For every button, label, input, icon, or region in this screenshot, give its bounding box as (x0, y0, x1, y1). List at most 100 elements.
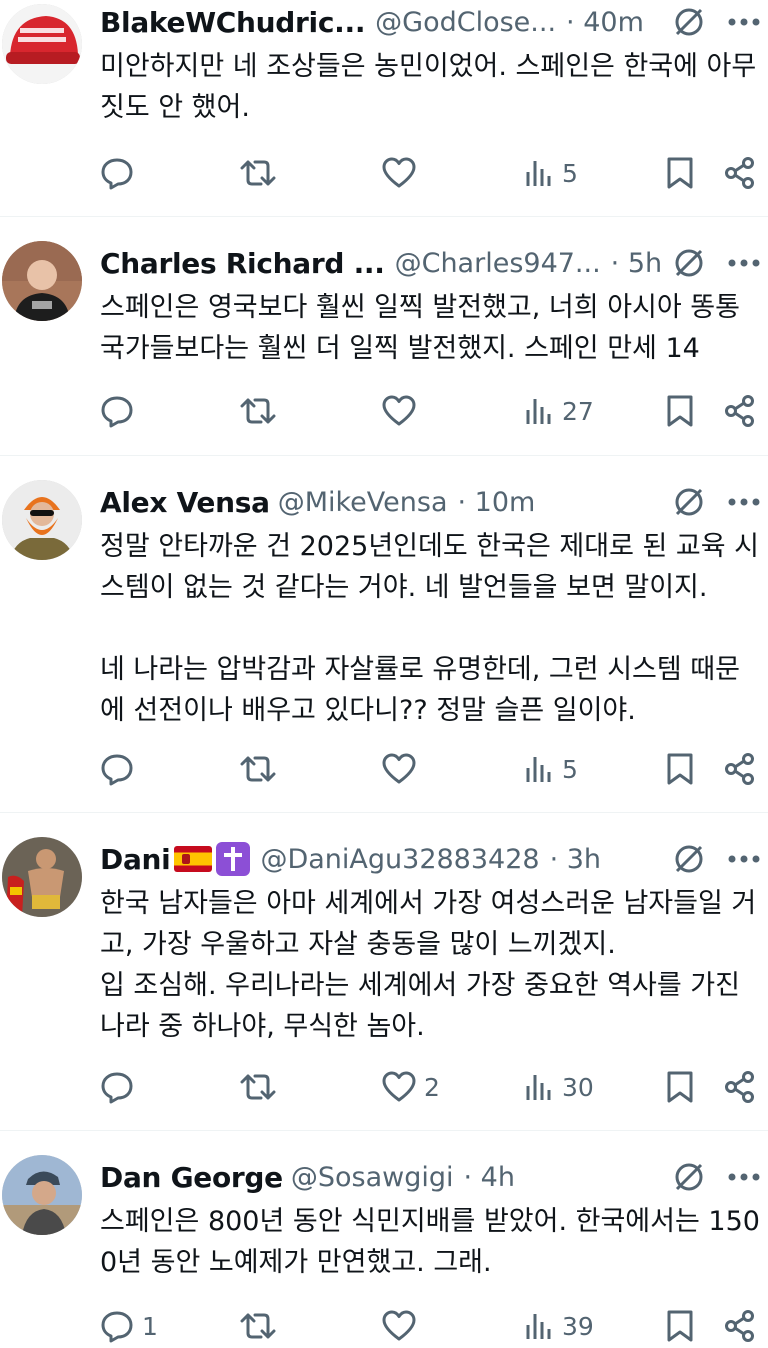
display-name[interactable]: Charles Richard ... (100, 247, 385, 280)
more-icon[interactable] (728, 1172, 760, 1182)
views-count: 5 (562, 754, 578, 784)
reply-button[interactable]: 1 (100, 1309, 158, 1343)
tweet[interactable]: Dani @DaniAgu32883428 · 3h 한국 남자들은 아마 세계… (0, 813, 768, 1131)
user-handle[interactable]: @Sosawgigi (291, 1162, 454, 1193)
like-button[interactable] (382, 157, 424, 189)
views-button[interactable]: 5 (524, 754, 578, 784)
tweet-text: 정말 안타까운 건 2025년인데도 한국은 제대로 된 교육 시스템이 없는 … (100, 531, 760, 726)
share-button[interactable] (724, 395, 756, 427)
views-icon (524, 396, 554, 426)
bookmark-button[interactable] (666, 394, 694, 428)
grok-icon[interactable] (672, 842, 706, 876)
tweet-header: Dan George @Sosawgigi · 4h (100, 1155, 760, 1199)
reply-icon (100, 156, 134, 190)
share-button[interactable] (724, 753, 756, 785)
retweet-button[interactable] (240, 752, 284, 786)
bookmark-icon (666, 1309, 694, 1343)
display-name[interactable]: Dan George (100, 1161, 283, 1194)
display-name[interactable]: BlakeWChudric... (100, 6, 365, 39)
avatar[interactable] (2, 837, 82, 917)
grok-icon[interactable] (672, 1160, 706, 1194)
reply-icon (100, 1070, 134, 1104)
tweet-text: 한국 남자들은 아마 세계에서 가장 여성스러운 남자들일 거고, 가장 우울하… (100, 888, 757, 1042)
retweet-icon (240, 156, 276, 190)
retweet-button[interactable] (240, 394, 284, 428)
more-icon[interactable] (728, 854, 760, 864)
action-bar: 2 30 (100, 1065, 760, 1109)
action-bar: 5 (100, 747, 760, 791)
more-icon[interactable] (728, 258, 760, 268)
reply-button[interactable] (100, 394, 142, 428)
bookmark-icon (666, 156, 694, 190)
user-handle[interactable]: @DaniAgu32883428 (260, 844, 539, 875)
bookmark-button[interactable] (666, 156, 694, 190)
tweet-header: Charles Richard ... @Charles947... · 5h (100, 241, 760, 285)
like-icon (382, 1310, 416, 1342)
timestamp[interactable]: · 3h (550, 844, 601, 875)
like-icon (382, 157, 416, 189)
views-icon (524, 158, 554, 188)
tweet-header: Dani @DaniAgu32883428 · 3h (100, 837, 760, 881)
tweet-header: BlakeWChudric... @GodClose... · 40m (100, 0, 760, 44)
bookmark-button[interactable] (666, 752, 694, 786)
tweet[interactable]: BlakeWChudric... @GodClose... · 40m 미안하지… (0, 0, 768, 217)
user-handle[interactable]: @MikeVensa (278, 487, 448, 518)
views-button[interactable]: 27 (524, 396, 594, 426)
bookmark-icon (666, 752, 694, 786)
avatar[interactable] (2, 4, 82, 84)
share-icon (724, 1310, 756, 1342)
grok-icon[interactable] (672, 485, 706, 519)
grok-icon[interactable] (672, 5, 706, 39)
avatar[interactable] (2, 241, 82, 321)
retweet-button[interactable] (240, 1070, 284, 1104)
retweet-icon (240, 394, 276, 428)
display-name[interactable]: Alex Vensa (100, 486, 270, 519)
reply-button[interactable] (100, 1070, 142, 1104)
timestamp[interactable]: · 40m (566, 7, 644, 38)
views-icon (524, 754, 554, 784)
display-name[interactable]: Dani (100, 843, 171, 876)
retweet-button[interactable] (240, 156, 284, 190)
views-count: 39 (562, 1311, 594, 1341)
share-icon (724, 1071, 756, 1103)
tweet[interactable]: Dan George @Sosawgigi · 4h 스페인은 800년 동안 … (0, 1131, 768, 1348)
views-icon (524, 1072, 554, 1102)
bookmark-button[interactable] (666, 1309, 694, 1343)
retweet-button[interactable] (240, 1309, 284, 1343)
more-icon[interactable] (728, 17, 760, 27)
grok-icon[interactable] (672, 246, 706, 280)
timestamp[interactable]: · 5h (611, 248, 662, 279)
avatar[interactable] (2, 1155, 82, 1235)
action-bar: 5 (100, 151, 760, 195)
views-button[interactable]: 30 (524, 1072, 594, 1102)
cross-icon (216, 842, 251, 876)
share-button[interactable] (724, 1071, 756, 1103)
user-handle[interactable]: @GodClose... (375, 7, 556, 38)
bookmark-icon (666, 394, 694, 428)
avatar[interactable] (2, 480, 82, 560)
like-count: 2 (424, 1072, 440, 1102)
like-button[interactable]: 2 (382, 1071, 440, 1103)
share-icon (724, 157, 756, 189)
share-button[interactable] (724, 157, 756, 189)
like-button[interactable] (382, 1310, 424, 1342)
tweet-header: Alex Vensa @MikeVensa · 10m (100, 480, 760, 524)
tweet-text: 스페인은 800년 동안 식민지배를 받았어. 한국에서는 1500년 동안 노… (100, 1206, 760, 1278)
tweet[interactable]: Charles Richard ... @Charles947... · 5h … (0, 217, 768, 456)
like-button[interactable] (382, 395, 424, 427)
retweet-icon (240, 1309, 276, 1343)
reply-button[interactable] (100, 752, 142, 786)
reply-icon (100, 394, 134, 428)
more-icon[interactable] (728, 497, 760, 507)
views-button[interactable]: 39 (524, 1311, 594, 1341)
share-button[interactable] (724, 1310, 756, 1342)
like-button[interactable] (382, 753, 424, 785)
bookmark-button[interactable] (666, 1070, 694, 1104)
views-button[interactable]: 5 (524, 158, 578, 188)
tweet[interactable]: Alex Vensa @MikeVensa · 10m 정말 안타까운 건 20… (0, 456, 768, 813)
views-icon (524, 1311, 554, 1341)
reply-button[interactable] (100, 156, 142, 190)
timestamp[interactable]: · 10m (458, 487, 536, 518)
user-handle[interactable]: @Charles947... (395, 248, 601, 279)
timestamp[interactable]: · 4h (464, 1162, 515, 1193)
